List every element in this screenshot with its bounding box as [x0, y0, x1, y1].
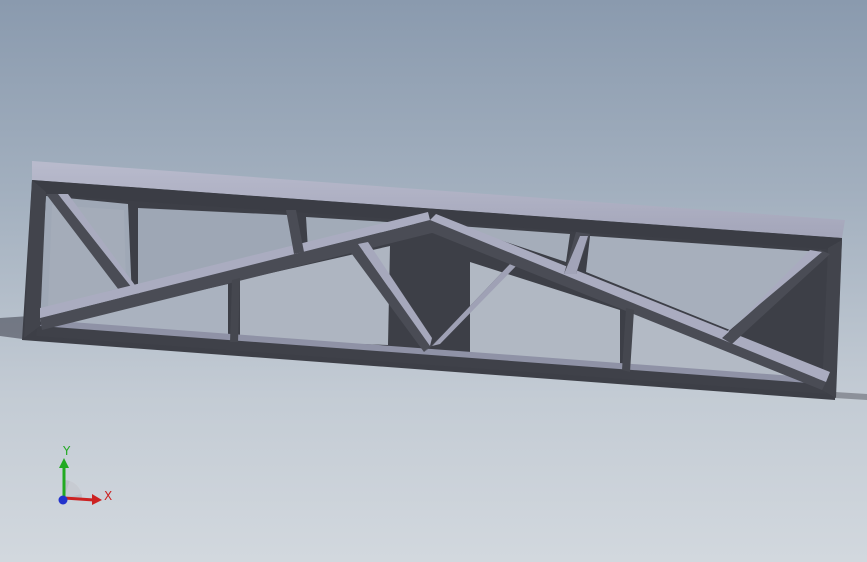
ground-shadow-right	[835, 392, 867, 400]
z-axis-dot	[58, 495, 68, 505]
y-axis-label: Y	[62, 444, 71, 458]
x-axis-label: X	[104, 489, 112, 503]
coordinate-triad: Y X	[58, 444, 112, 505]
truss-model[interactable]	[0, 0, 867, 562]
graphics-viewport[interactable]: Y X	[0, 0, 867, 562]
